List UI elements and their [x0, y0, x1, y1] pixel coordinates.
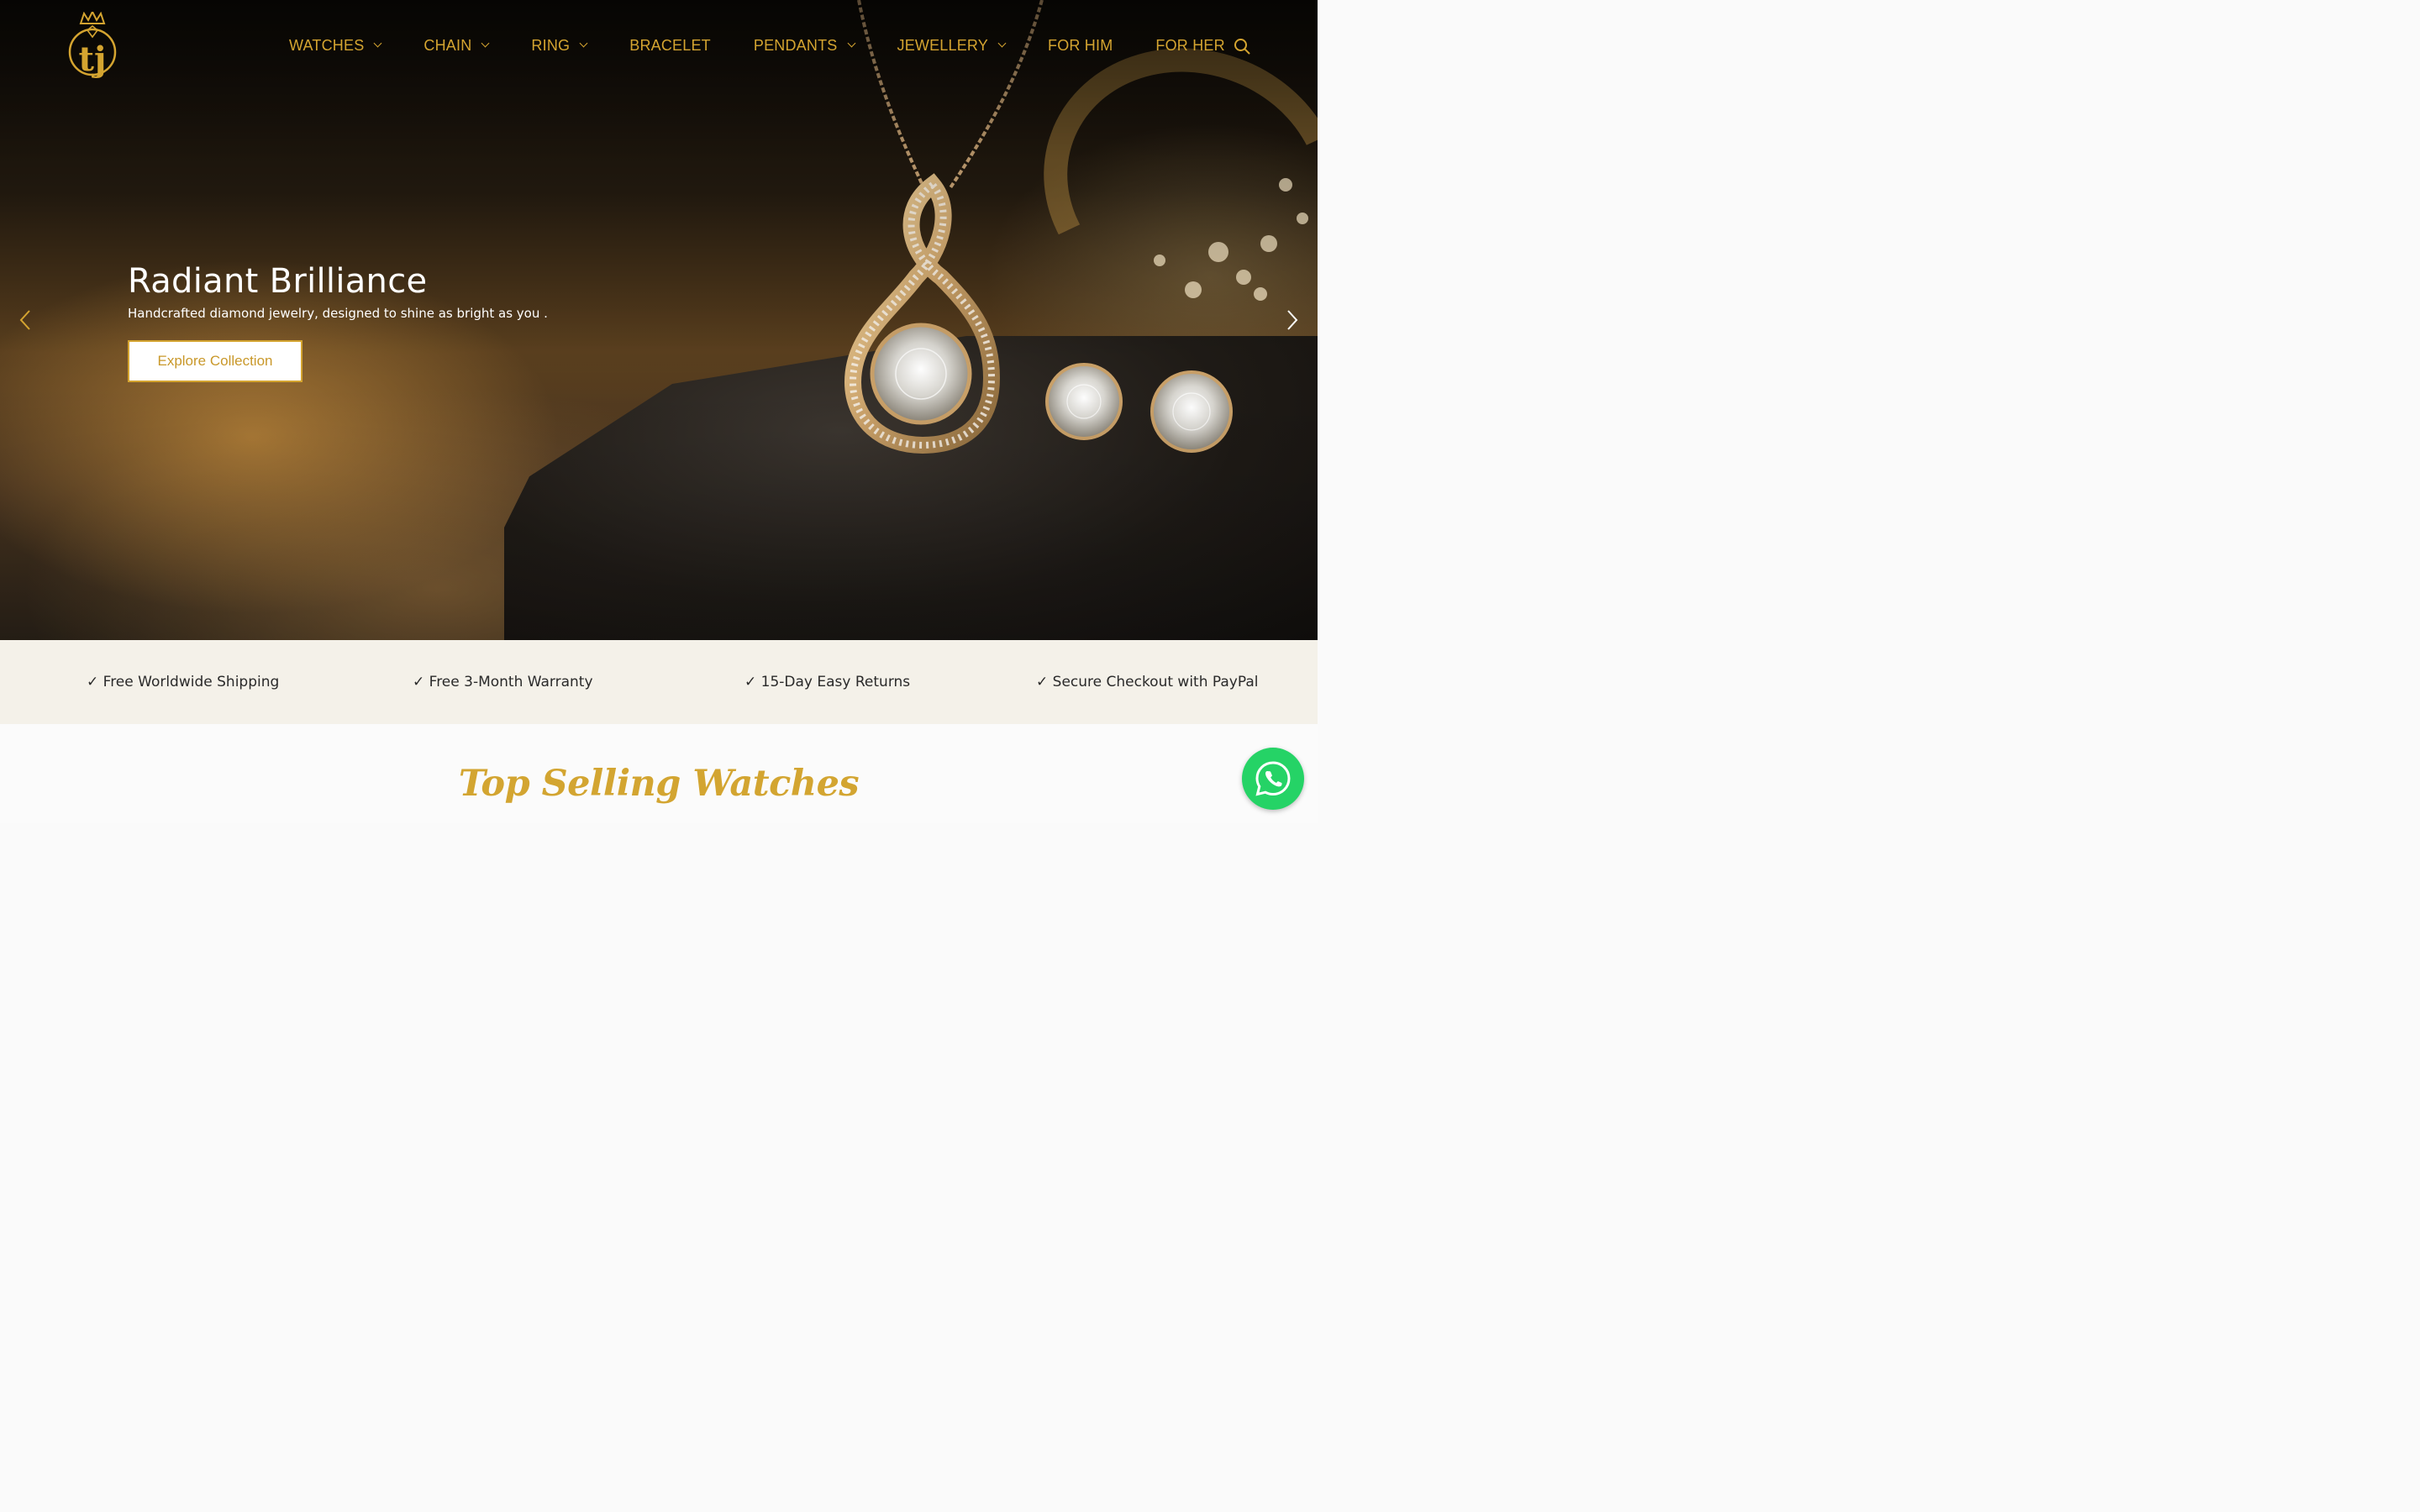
- menu-item-for-him[interactable]: FOR HIM: [1048, 37, 1113, 55]
- menu-item-jewellery[interactable]: JEWELLERY: [897, 36, 1007, 55]
- section-title: Top Selling Watches: [458, 763, 860, 805]
- menu-item-label: RING: [531, 36, 571, 54]
- chevron-down-icon: [847, 39, 855, 48]
- menu-item-label: CHAIN: [424, 36, 472, 54]
- benefits-bar: ✓ Free Worldwide Shipping ✓ Free 3-Month…: [0, 640, 1318, 724]
- crown-logo-icon: tj: [68, 9, 117, 79]
- benefit-returns: ✓ 15-Day Easy Returns: [744, 674, 911, 690]
- chevron-down-icon: [579, 39, 588, 48]
- menu-item-bracelet[interactable]: BRACELET: [629, 37, 711, 55]
- menu-item-ring[interactable]: RING: [531, 36, 588, 55]
- benefit-warranty: ✓ Free 3-Month Warranty: [413, 674, 593, 690]
- menu-item-label: FOR HER: [1155, 36, 1225, 54]
- whatsapp-icon: [1255, 761, 1291, 796]
- benefit-shipping: ✓ Free Worldwide Shipping: [87, 674, 280, 690]
- carousel-prev-button[interactable]: [15, 309, 37, 331]
- brand-logo[interactable]: tj: [66, 9, 119, 81]
- chevron-right-icon: [1287, 310, 1298, 330]
- chevron-down-icon: [997, 39, 1007, 48]
- menu-item-label: JEWELLERY: [897, 36, 989, 54]
- menu-item-chain[interactable]: CHAIN: [424, 36, 490, 55]
- menu-item-for-her[interactable]: FOR HER: [1155, 37, 1224, 55]
- chevron-down-icon: [373, 39, 382, 48]
- logo-monogram: tj: [79, 39, 107, 79]
- search-icon[interactable]: [1234, 38, 1250, 55]
- menu-item-pendants[interactable]: PENDANTS: [754, 37, 855, 55]
- hero-subtitle: Handcrafted diamond jewelry, designed to…: [128, 306, 548, 321]
- hero-title: Radiant Brilliance: [128, 262, 428, 301]
- carousel-next-button[interactable]: [1281, 309, 1302, 331]
- explore-collection-button[interactable]: Explore Collection: [128, 340, 302, 382]
- menu-item-label: BRACELET: [629, 36, 711, 54]
- chevron-down-icon: [481, 39, 490, 48]
- menu-item-watches[interactable]: WATCHES: [289, 36, 382, 55]
- menu-item-label: PENDANTS: [753, 36, 838, 54]
- menu-item-label: WATCHES: [289, 36, 365, 54]
- top-navigation: tj WATCHES CHAIN RING BRACELET PENDANTS …: [0, 0, 1318, 92]
- chevron-left-icon: [19, 310, 30, 330]
- whatsapp-chat-button[interactable]: [1242, 748, 1304, 810]
- menu-item-label: FOR HIM: [1048, 36, 1113, 54]
- benefit-secure-checkout: ✓ Secure Checkout with PayPal: [1036, 674, 1259, 690]
- main-menu: WATCHES CHAIN RING BRACELET PENDANTS JEW…: [289, 34, 1268, 57]
